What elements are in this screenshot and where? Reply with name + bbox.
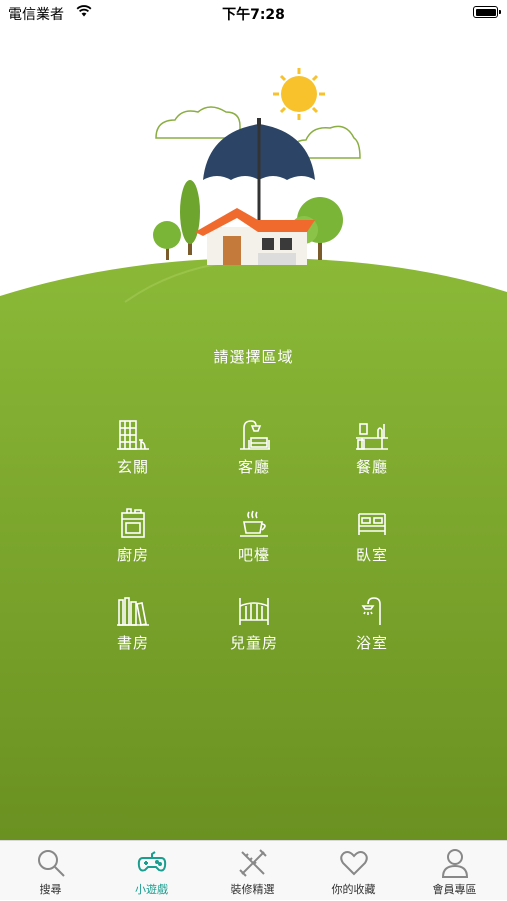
room-label: 廚房 (116, 546, 149, 564)
dining-table-icon (356, 423, 388, 450)
room-label: 臥室 (355, 546, 388, 564)
room-label: 玄關 (116, 458, 149, 476)
tab-games[interactable]: 小遊戲 (101, 841, 202, 901)
room-label: 浴室 (355, 634, 388, 652)
room-dining[interactable]: 餐廳 (312, 418, 432, 477)
room-bedroom[interactable]: 臥室 (312, 506, 432, 565)
tab-bar: 搜尋 小遊戲 裝修精選 你的收藏 會員專區 (0, 840, 507, 900)
tab-label: 你的收藏 (331, 883, 376, 896)
stove-icon (121, 508, 145, 538)
tab-member[interactable]: 會員專區 (404, 841, 505, 901)
search-icon (37, 850, 65, 877)
tab-label: 小遊戲 (135, 883, 168, 896)
room-bathroom[interactable]: 浴室 (312, 594, 432, 653)
coffee-cup-icon (240, 510, 268, 537)
room-entrance[interactable]: 玄關 (73, 418, 193, 477)
room-kids[interactable]: 兒童房 (194, 594, 314, 653)
tab-favorites[interactable]: 你的收藏 (303, 841, 404, 901)
tab-search[interactable]: 搜尋 (0, 841, 101, 901)
select-area-title: 請選擇區域 (213, 348, 294, 366)
gamepad-icon (137, 851, 166, 872)
shower-icon (361, 597, 381, 625)
bed-icon (358, 513, 386, 535)
tab-featured[interactable]: 裝修精選 (202, 841, 303, 901)
room-label: 兒童房 (229, 634, 278, 652)
room-kitchen[interactable]: 廚房 (73, 506, 193, 565)
user-icon (441, 849, 468, 878)
bookshelf-icon (117, 597, 149, 626)
room-study[interactable]: 書房 (73, 594, 193, 653)
room-living[interactable]: 客廳 (194, 418, 314, 477)
house-icon (195, 208, 315, 265)
room-label: 客廳 (237, 458, 270, 476)
room-bar[interactable]: 吧檯 (194, 506, 314, 565)
room-label: 餐廳 (355, 458, 388, 476)
living-room-lamp-sofa-icon (240, 420, 270, 450)
tab-label: 會員專區 (432, 883, 477, 896)
sun-icon (273, 68, 325, 120)
heart-icon (339, 851, 368, 876)
crib-icon (239, 598, 269, 625)
pencil-ruler-icon (238, 849, 267, 877)
entrance-icon (117, 420, 149, 450)
tab-label: 搜尋 (39, 883, 62, 896)
house-umbrella-illustration (153, 68, 361, 265)
tab-label: 裝修精選 (230, 883, 275, 896)
room-label: 書房 (116, 634, 149, 652)
room-label: 吧檯 (237, 546, 270, 564)
